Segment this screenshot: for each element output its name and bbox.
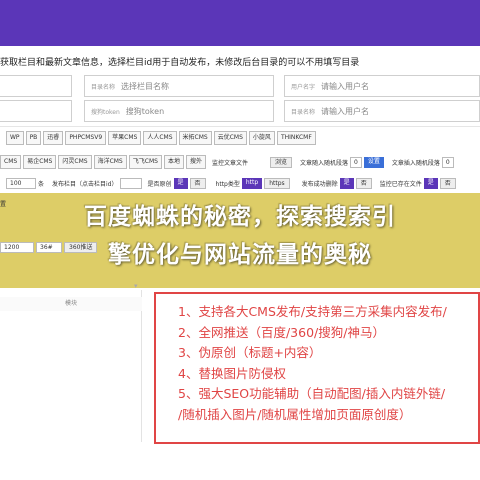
- cms-chip[interactable]: 闪灵CMS: [58, 155, 92, 169]
- cms-chip[interactable]: THINKCMF: [276, 131, 316, 145]
- left-module-panel: [0, 290, 142, 442]
- monitor-file-label: 监控文章文件: [211, 159, 248, 167]
- cms-chip[interactable]: 苹果CMS: [108, 131, 142, 145]
- column-placeholder: 选择栏目名称: [121, 81, 170, 91]
- cms-chip[interactable]: WP: [6, 131, 24, 145]
- cms-chip[interactable]: 本地: [163, 155, 184, 169]
- original-label: 是否原创: [147, 181, 172, 188]
- directory-placeholder: 请输入用户名: [321, 106, 370, 116]
- article-headline: 百度蜘蛛的秘密，探索搜索引 擎优化与网站流量的奥秘: [0, 198, 480, 274]
- publish-column-input[interactable]: [119, 178, 142, 189]
- count-unit-label: 条: [38, 181, 45, 188]
- cms-chip[interactable]: 易企CMS: [23, 155, 57, 169]
- module-header: 模块: [0, 297, 142, 311]
- cms-chip[interactable]: 迅睿: [43, 131, 64, 145]
- cms-chip[interactable]: 人人CMS: [143, 131, 177, 145]
- column-label: 目录名称: [91, 83, 116, 91]
- cms-chip[interactable]: 云优CMS: [213, 131, 247, 145]
- cms-row-2: CMS 易企CMS 闪灵CMS 海洋CMS 飞飞CMS 本地 搜外 监控文章文件…: [0, 155, 454, 169]
- info-text: 获取栏目和最新文章信息，选择栏目id用于自动发布，未修改后台目录的可以不用填写目…: [0, 58, 360, 68]
- left-field-2[interactable]: [0, 100, 72, 122]
- cms-chip[interactable]: 海洋CMS: [93, 155, 127, 169]
- column-field[interactable]: 目录名称 选择栏目名称: [84, 75, 274, 97]
- original-no-button[interactable]: 否: [189, 178, 206, 189]
- monitor-existing-label: 监控已存在文件: [379, 181, 422, 188]
- delete-no-button[interactable]: 否: [355, 178, 372, 189]
- cms-chip[interactable]: 搜外: [185, 155, 206, 169]
- browse-button[interactable]: 浏览: [269, 156, 292, 168]
- token-placeholder: 搜狗token: [125, 106, 165, 116]
- feature-item: 4、替换图片防侵权: [178, 365, 286, 381]
- cms-chip[interactable]: PHPCMSV9: [65, 131, 107, 145]
- count-input[interactable]: 100: [6, 178, 36, 189]
- app-header-bar: [0, 0, 480, 46]
- set-button[interactable]: 设置: [363, 156, 384, 168]
- delete-after-publish-label: 发布成功删除: [301, 181, 338, 188]
- feature-list: 1、支持各大CMS发布/支持第三方采集内容发布/ 2、全网推送（百度/360/搜…: [178, 302, 447, 426]
- username-placeholder: 请输入用户名: [321, 81, 370, 91]
- insert-paragraph-input-2[interactable]: 0: [441, 156, 454, 168]
- insert-paragraph-label: 文章随入随机段落: [300, 159, 349, 167]
- publish-row: 100 条 发布栏目（点击栏目id） 是否原创 是 否 http类型 http …: [6, 178, 456, 189]
- insert-paragraph-label-2: 文章插入随机段落: [391, 159, 440, 167]
- feature-item: 1、支持各大CMS发布/支持第三方采集内容发布/: [178, 304, 447, 319]
- cms-chip[interactable]: 米拓CMS: [178, 131, 212, 145]
- feature-item: /随机插入图片/随机属性增加页面原创度）: [178, 406, 412, 422]
- left-field-1[interactable]: [0, 75, 72, 97]
- username-field[interactable]: 用户名字 请输入用户名: [284, 75, 480, 97]
- original-yes-button[interactable]: 是: [173, 178, 188, 189]
- username-label: 用户名字: [291, 83, 316, 91]
- chevron-down-icon[interactable]: ▾: [134, 282, 138, 290]
- feature-item: 3、伪原创（标题+内容）: [178, 345, 322, 361]
- headline-line-1: 百度蜘蛛的秘密，探索搜索引: [84, 204, 396, 230]
- cms-chip[interactable]: CMS: [0, 155, 22, 169]
- divider: [0, 126, 480, 127]
- insert-paragraph-input[interactable]: 0: [350, 156, 362, 168]
- https-button[interactable]: https: [264, 178, 290, 189]
- feature-item: 2、全网推送（百度/360/搜狗/神马）: [178, 324, 385, 340]
- feature-item: 5、强大SEO功能辅助（自动配图/插入内链外链/: [178, 386, 446, 402]
- directory-label: 目录名称: [291, 108, 316, 116]
- cms-chip[interactable]: PB: [25, 131, 42, 145]
- http-button[interactable]: http: [241, 178, 263, 189]
- http-type-label: http类型: [215, 181, 240, 188]
- delete-yes-button[interactable]: 是: [339, 178, 354, 189]
- monitor-yes-button[interactable]: 是: [423, 178, 438, 189]
- headline-line-2: 擎优化与网站流量的奥秘: [108, 242, 372, 268]
- directory-field[interactable]: 目录名称 请输入用户名: [284, 100, 480, 122]
- publish-column-label: 发布栏目（点击栏目id）: [52, 181, 118, 188]
- cms-chip[interactable]: 小旋风: [248, 131, 275, 145]
- token-field[interactable]: 搜狗token 搜狗token: [84, 100, 274, 122]
- token-label: 搜狗token: [91, 108, 120, 116]
- monitor-no-button[interactable]: 否: [439, 178, 456, 189]
- cms-chip[interactable]: 飞飞CMS: [128, 155, 162, 169]
- cms-row: WP PB 迅睿 PHPCMSV9 苹果CMS 人人CMS 米拓CMS 云优CM…: [6, 131, 316, 145]
